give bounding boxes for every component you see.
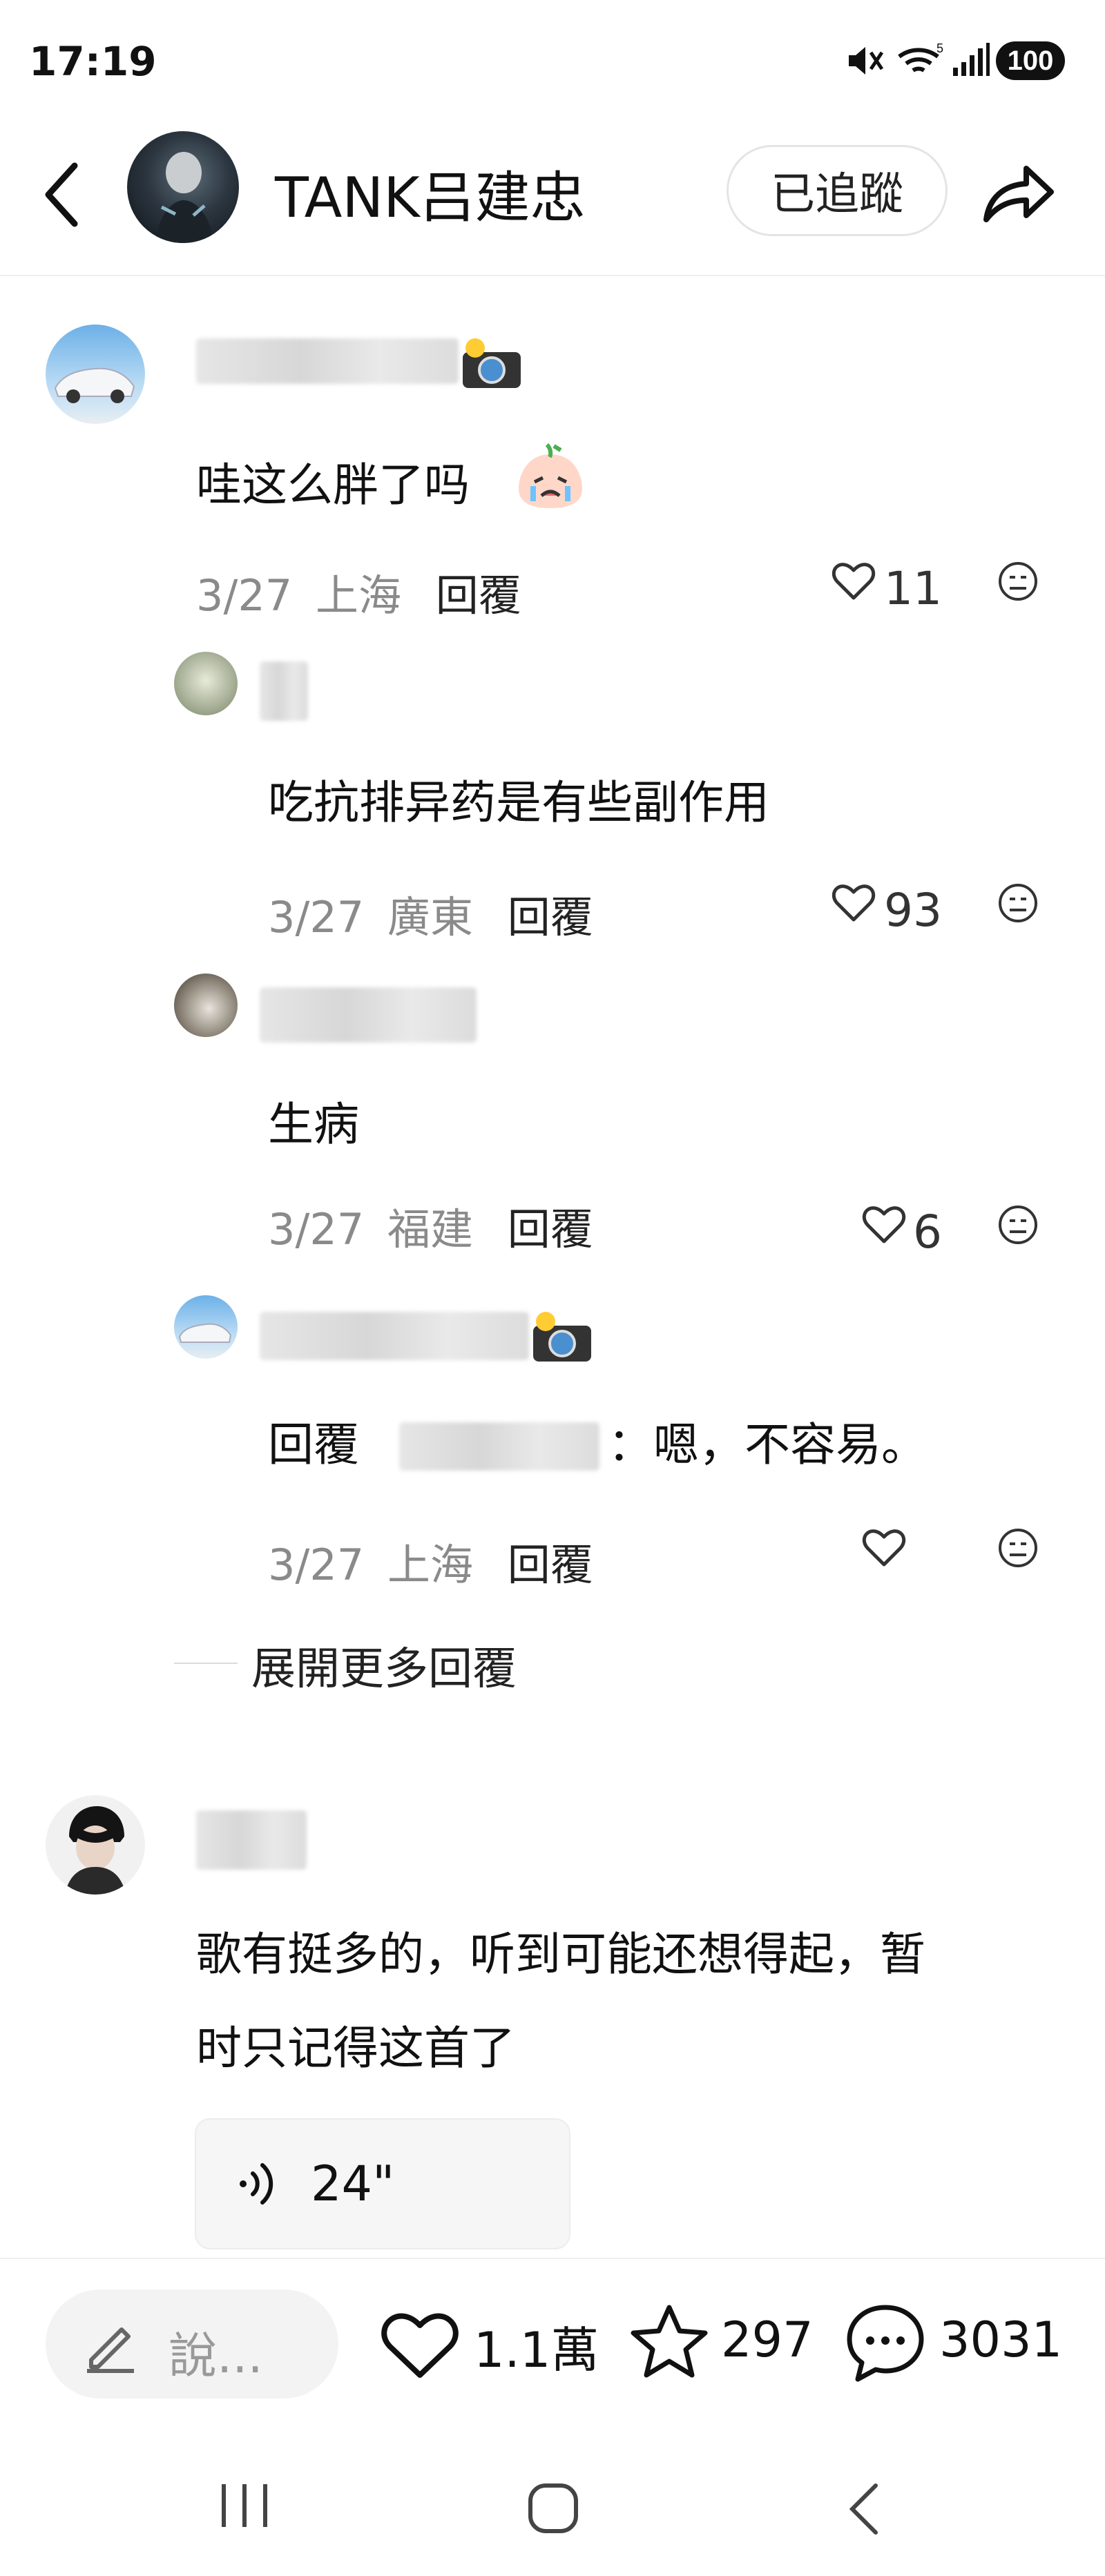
- pencil-icon: [81, 2317, 140, 2375]
- reply-date: 3/27: [268, 1540, 365, 1590]
- camera-flash-icon: [529, 1308, 595, 1366]
- mute-icon: [846, 43, 885, 79]
- star-icon[interactable]: [628, 2303, 710, 2381]
- input-placeholder: 說...: [169, 2327, 263, 2384]
- svg-text:5: 5: [936, 41, 943, 55]
- comment-date: 3/27: [196, 570, 293, 621]
- dislike-face-icon[interactable]: [997, 1527, 1039, 1569]
- expand-line: [174, 1663, 238, 1664]
- reply-meta: 3/27 上海 回覆: [268, 1530, 593, 1592]
- reply-text: 吃抗排异药是有些副作用: [268, 776, 769, 829]
- share-icon[interactable]: [979, 159, 1055, 228]
- username-blurred[interactable]: [196, 338, 459, 384]
- comment-text: 哇这么胖了吗: [196, 458, 470, 512]
- voice-duration: 24": [311, 2156, 395, 2212]
- like-count: 6: [913, 1205, 942, 1259]
- status-time: 17:19: [29, 38, 157, 85]
- crying-face-icon: [512, 438, 588, 514]
- like-heart-icon[interactable]: [380, 2309, 460, 2381]
- back-icon[interactable]: [844, 2481, 885, 2537]
- like-heart-icon[interactable]: [862, 1204, 906, 1244]
- reply-location: 廣東: [387, 892, 473, 942]
- camera-flash-icon: [459, 334, 525, 392]
- post-favorite-count: 297: [721, 2312, 814, 2368]
- reply-date: 3/27: [268, 1204, 365, 1255]
- status-bar: 17:19 5 100: [0, 0, 1105, 117]
- reply-location: 福建: [387, 1204, 473, 1255]
- comment-text-line2: 时只记得这首了: [196, 2022, 515, 2075]
- expand-more-replies[interactable]: 展開更多回覆: [251, 1634, 517, 1697]
- reply-location: 上海: [387, 1540, 473, 1590]
- reply-text: 生病: [268, 1098, 359, 1151]
- mentioned-user-blurred[interactable]: [399, 1422, 599, 1471]
- battery-level: 100: [1007, 45, 1054, 76]
- username-blurred[interactable]: [196, 1810, 307, 1870]
- header-divider: [0, 275, 1105, 276]
- follow-button[interactable]: 已追蹤: [727, 145, 948, 236]
- commenter-avatar[interactable]: [46, 1795, 145, 1895]
- reply-prefix: 回覆: [268, 1418, 359, 1471]
- like-count: 11: [884, 562, 942, 615]
- like-heart-icon[interactable]: [862, 1527, 906, 1567]
- commenter-avatar[interactable]: [46, 325, 145, 424]
- reply-meta: 3/27 廣東 回覆: [268, 882, 593, 945]
- reply-button[interactable]: 回覆: [436, 570, 521, 621]
- reply-button[interactable]: 回覆: [508, 892, 593, 942]
- dislike-face-icon[interactable]: [997, 561, 1039, 602]
- dislike-face-icon[interactable]: [997, 1204, 1039, 1246]
- reply-button[interactable]: 回覆: [508, 1204, 593, 1255]
- voice-wave-icon: [236, 2160, 278, 2208]
- comment-meta: 3/27 上海 回覆: [196, 561, 521, 623]
- username-blurred[interactable]: [260, 987, 477, 1043]
- header: TANK吕建忠 已追蹤: [0, 117, 1105, 276]
- signal-icon: [952, 43, 990, 77]
- voice-message[interactable]: 24": [195, 2118, 570, 2249]
- replier-avatar[interactable]: [174, 974, 238, 1037]
- username-blurred[interactable]: [260, 1312, 529, 1360]
- like-heart-icon[interactable]: [832, 561, 876, 601]
- reply-text: ：嗯，不容易。: [608, 1418, 927, 1471]
- recent-apps-icon[interactable]: [218, 2481, 271, 2530]
- reply-meta: 3/27 福建 回覆: [268, 1194, 593, 1257]
- dislike-face-icon[interactable]: [997, 882, 1039, 924]
- reply-button[interactable]: 回覆: [508, 1540, 593, 1590]
- comment-bubble-icon[interactable]: [844, 2302, 927, 2385]
- reply-date: 3/27: [268, 892, 365, 942]
- post-like-count: 1.1萬: [474, 2322, 599, 2379]
- author-avatar[interactable]: [127, 131, 239, 243]
- author-name[interactable]: TANK吕建忠: [275, 153, 586, 233]
- bottom-divider: [0, 2258, 1105, 2259]
- like-count: 93: [884, 884, 942, 937]
- like-heart-icon[interactable]: [832, 882, 876, 922]
- home-icon[interactable]: [526, 2481, 580, 2535]
- replier-avatar[interactable]: [174, 1295, 238, 1359]
- username-blurred[interactable]: [260, 661, 308, 721]
- wifi-icon: 5: [896, 41, 946, 80]
- comment-location: 上海: [315, 570, 401, 621]
- comment-text-line1: 歌有挺多的，听到可能还想得起，暂: [196, 1928, 925, 1981]
- back-arrow-icon[interactable]: [41, 160, 83, 229]
- battery-indicator: 100: [996, 41, 1065, 80]
- post-comment-count: 3031: [939, 2312, 1063, 2368]
- comment-input[interactable]: 說...: [46, 2289, 338, 2399]
- replier-avatar[interactable]: [174, 652, 238, 715]
